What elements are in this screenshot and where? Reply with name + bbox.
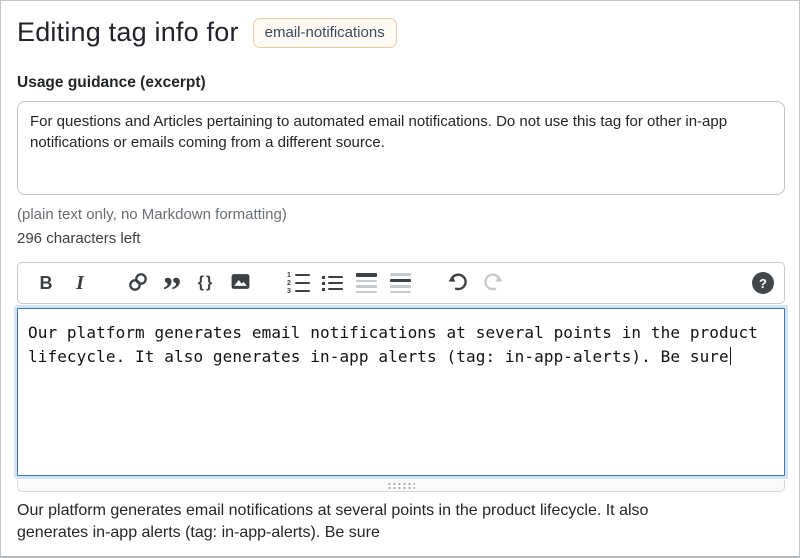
usage-guidance-label: Usage guidance (excerpt) (17, 74, 783, 92)
ordered-list-button[interactable]: 1 2 3 (284, 268, 312, 298)
ordered-list-icon: 1 2 3 (287, 273, 310, 294)
undo-icon (447, 270, 470, 296)
plain-text-hint: (plain text only, no Markdown formatting… (17, 206, 783, 223)
characters-left-counter: 296 characters left (17, 230, 783, 247)
code-button[interactable]: {} (192, 268, 220, 298)
undo-button[interactable] (444, 268, 472, 298)
italic-button[interactable]: I (66, 268, 94, 298)
tag-edit-page: Editing tag info for email-notifications… (0, 0, 800, 558)
heading-icon (356, 273, 377, 293)
blockquote-icon: ” (163, 270, 182, 296)
image-icon (230, 271, 251, 295)
help-button[interactable]: ? (752, 272, 774, 294)
bold-button[interactable]: B (32, 268, 60, 298)
text-caret (730, 347, 732, 365)
link-button[interactable] (124, 268, 152, 298)
preview-text-line: generates in-app alerts (tag: in-app-ale… (17, 522, 783, 544)
blockquote-button[interactable]: ” (158, 268, 186, 298)
bold-icon: B (40, 273, 53, 294)
editor-toolbar: B I ” {} (17, 262, 785, 304)
editor-text-line: lifecycle. It also generates in-app aler… (28, 347, 729, 366)
code-icon: {} (198, 274, 214, 292)
redo-icon (481, 270, 504, 296)
header: Editing tag info for email-notifications (17, 17, 783, 48)
help-icon: ? (759, 276, 767, 291)
italic-icon: I (76, 272, 84, 295)
tag-wiki-editor-input[interactable]: Our platform generates email notificatio… (17, 308, 785, 476)
unordered-list-icon (322, 276, 343, 291)
horizontal-rule-icon (390, 273, 411, 293)
usage-guidance-input[interactable]: For questions and Articles pertaining to… (17, 101, 785, 195)
heading-button[interactable] (352, 268, 380, 298)
grip-dots-icon (387, 482, 415, 489)
editor-resize-handle[interactable] (17, 480, 785, 492)
editor-text-line: Our platform generates email notificatio… (28, 321, 774, 345)
redo-button[interactable] (478, 268, 506, 298)
horizontal-rule-button[interactable] (386, 268, 414, 298)
markdown-preview: Our platform generates email notificatio… (17, 500, 783, 544)
unordered-list-button[interactable] (318, 268, 346, 298)
page-title: Editing tag info for (17, 17, 239, 48)
image-button[interactable] (226, 268, 254, 298)
link-icon (127, 271, 149, 296)
tag-badge[interactable]: email-notifications (253, 18, 397, 48)
preview-text-line: Our platform generates email notificatio… (17, 500, 783, 522)
